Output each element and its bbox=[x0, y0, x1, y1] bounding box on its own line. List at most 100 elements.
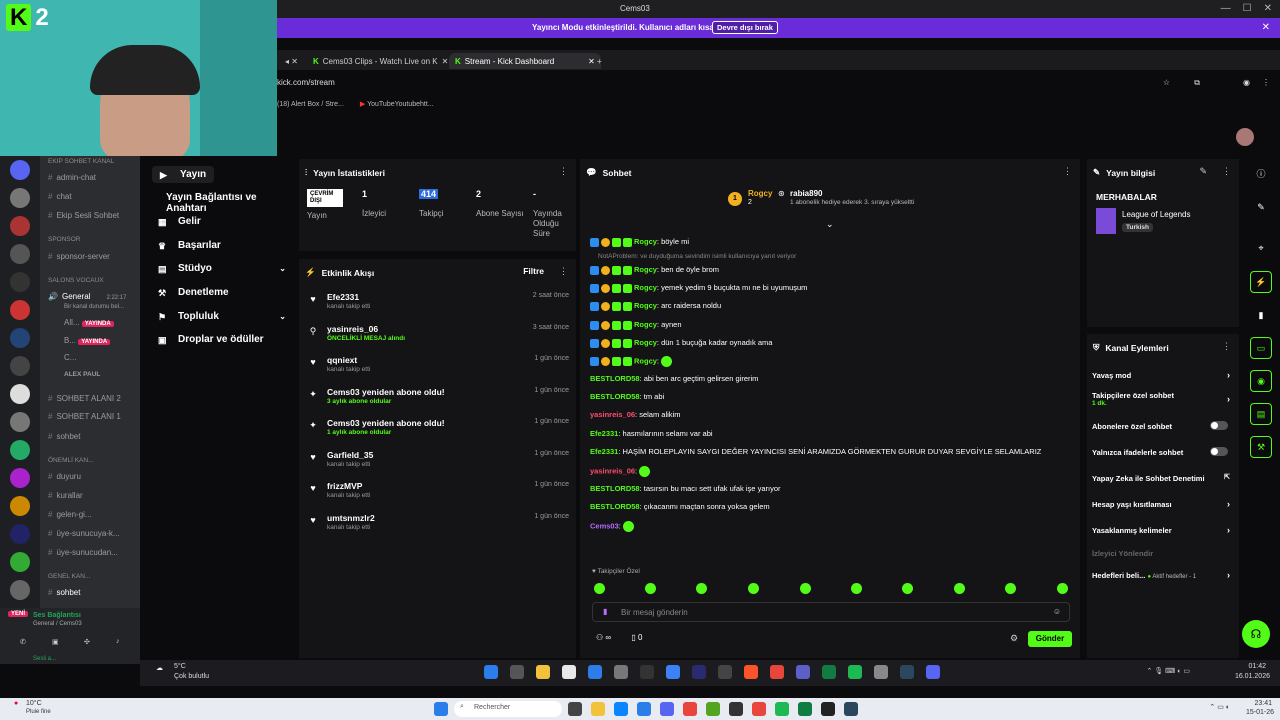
emote[interactable] bbox=[594, 583, 605, 594]
app-icon[interactable] bbox=[562, 665, 576, 679]
category-label[interactable]: Salons vocaux bbox=[48, 277, 104, 284]
start-icon[interactable] bbox=[484, 665, 498, 679]
server-icon[interactable] bbox=[10, 272, 30, 292]
discord-icon[interactable] bbox=[926, 665, 940, 679]
chat-username[interactable]: Efe2331 bbox=[590, 447, 618, 456]
pencil-icon[interactable]: ✎ bbox=[1250, 196, 1272, 218]
emote[interactable] bbox=[954, 583, 965, 594]
emote[interactable] bbox=[645, 583, 656, 594]
broadcast-icon[interactable]: ◉ bbox=[1250, 370, 1272, 392]
chat-message[interactable]: Rogcy: dün 1 buçuğa kadar oynadık ama bbox=[590, 338, 772, 348]
nav-stream-key[interactable]: Yayın Bağlantısı ve Anahtarı bbox=[166, 192, 298, 214]
voice-channel-general[interactable]: 🔊 General 2:22:17 bbox=[48, 292, 126, 301]
more-options-icon[interactable]: ⋮ bbox=[1222, 166, 1231, 177]
browser-menu-icon[interactable]: ⋮ bbox=[1262, 78, 1270, 87]
chat-username[interactable]: Rogcy bbox=[634, 338, 657, 347]
server-icon[interactable] bbox=[10, 580, 30, 600]
tab-dashboard[interactable]: K Stream - Kick Dashboard ✕ bbox=[449, 53, 601, 69]
support-icon[interactable]: ☊ bbox=[1242, 620, 1270, 648]
server-icon[interactable] bbox=[10, 496, 30, 516]
subscribers-only-toggle[interactable] bbox=[1210, 421, 1228, 430]
app-icon[interactable] bbox=[666, 665, 680, 679]
spotify-icon[interactable] bbox=[848, 665, 862, 679]
bolt-icon[interactable]: ⚡ bbox=[1250, 271, 1272, 293]
app-icon[interactable] bbox=[637, 702, 651, 716]
chat-username[interactable]: BESTLORD58 bbox=[590, 392, 640, 401]
category-name[interactable]: League of Legends bbox=[1122, 210, 1191, 219]
close-banner-icon[interactable]: ✕ bbox=[1262, 22, 1270, 33]
account-age-item[interactable]: Hesap yaşı kısıtlaması › bbox=[1092, 499, 1234, 509]
chat-username[interactable]: BESTLORD58 bbox=[590, 502, 640, 511]
discord-icon[interactable] bbox=[660, 702, 674, 716]
chat-settings-icon[interactable]: ⚙ bbox=[1010, 633, 1018, 644]
emote[interactable] bbox=[851, 583, 862, 594]
chevron-down-icon[interactable]: ⌄ bbox=[826, 219, 834, 230]
app-icon[interactable] bbox=[822, 665, 836, 679]
server-icon[interactable] bbox=[10, 356, 30, 376]
steam-icon[interactable] bbox=[844, 702, 858, 716]
chrome-icon[interactable] bbox=[752, 702, 766, 716]
channel-item[interactable]: # sponsor-server bbox=[48, 252, 110, 261]
goals-item[interactable]: Hedefleri beli... ● Aktif hedefler - 1 › bbox=[1092, 570, 1234, 580]
channel-item[interactable]: # sohbet bbox=[48, 432, 80, 441]
banned-words-item[interactable]: Yasaklanmış kelimeler › bbox=[1092, 525, 1234, 535]
more-options-icon[interactable]: ⋮ bbox=[559, 166, 568, 177]
profile-icon[interactable]: ◉ bbox=[1243, 78, 1250, 87]
ai-moderation-item[interactable]: Yapay Zeka ile Sohbet Denetimi ⇱ bbox=[1092, 474, 1234, 483]
spotify-icon[interactable] bbox=[775, 702, 789, 716]
chat-message-input[interactable]: ▮ Bir mesaj gönderin ☺ bbox=[592, 602, 1070, 622]
send-button[interactable]: Gönder bbox=[1028, 631, 1072, 647]
channel-item[interactable]: # kurallar bbox=[48, 491, 83, 500]
emote[interactable] bbox=[1005, 583, 1016, 594]
channel-item[interactable]: # üye-sunucudan... bbox=[48, 548, 118, 557]
search-box[interactable]: ⌕ Rechercher bbox=[454, 701, 562, 717]
chevron-down-icon[interactable]: ⌄ bbox=[279, 312, 286, 321]
chat-message[interactable]: BESTLORD58: tm abi bbox=[590, 392, 664, 401]
disconnect-icon[interactable]: ✆ bbox=[20, 638, 26, 646]
chat-message[interactable]: BESTLORD58: çıkacanmı maçtan sonra yoksa… bbox=[590, 502, 770, 511]
app-icon[interactable] bbox=[614, 665, 628, 679]
server-icon[interactable] bbox=[10, 468, 30, 488]
activities-icon[interactable]: ✣ bbox=[84, 638, 90, 646]
channel-item[interactable]: # chat bbox=[48, 192, 72, 201]
nav-drops[interactable]: ▣ Droplar ve ödüller bbox=[158, 334, 264, 345]
followers-only-item[interactable]: Takipçilere özel sohbet 1 dk. › bbox=[1092, 391, 1234, 407]
emoji-icon[interactable]: ☺ bbox=[1053, 607, 1061, 616]
chat-username[interactable]: yasinreis_06 bbox=[590, 410, 635, 419]
chat-message[interactable]: BESTLORD58: abi ben arc geçtim gelirsen … bbox=[590, 374, 758, 383]
app-icon[interactable] bbox=[874, 665, 888, 679]
chat-username[interactable]: yasinreis_06 bbox=[590, 466, 635, 475]
category-label[interactable]: GENEL KAN... bbox=[48, 573, 90, 580]
channel-item[interactable]: # üye-sunucuya-k... bbox=[48, 529, 120, 538]
voice-user[interactable]: C... bbox=[64, 353, 76, 362]
chrome-icon[interactable] bbox=[770, 665, 784, 679]
stats-icon[interactable]: ▮ bbox=[1250, 304, 1272, 326]
chat-message[interactable]: BESTLORD58: tasırsın bu macı sett ufak u… bbox=[590, 484, 781, 493]
info-icon[interactable]: ⓘ bbox=[1250, 162, 1272, 184]
voice-user[interactable]: All... YAYINDA bbox=[64, 318, 114, 327]
chat-username[interactable]: Rogcy bbox=[634, 356, 657, 365]
chat-users-count[interactable]: ⚇ ∞ ▯ 0 bbox=[596, 633, 642, 642]
app-icon[interactable] bbox=[798, 702, 812, 716]
channel-item[interactable]: # Ekip Sesli Sohbet bbox=[48, 211, 119, 220]
chat-message[interactable]: Rogcy: böyle mi bbox=[590, 237, 689, 247]
new-tab-icon[interactable]: + bbox=[591, 53, 608, 69]
chat-username[interactable]: Rogcy bbox=[634, 265, 657, 274]
chat-username[interactable]: BESTLORD58 bbox=[590, 374, 640, 383]
voice-user[interactable]: ALEX PAUL bbox=[64, 371, 100, 378]
taskview-icon[interactable] bbox=[568, 702, 582, 716]
extensions-icon[interactable]: ⧉ bbox=[1194, 78, 1200, 88]
bookmark-star-icon[interactable]: ☆ bbox=[1163, 78, 1170, 87]
channel-item[interactable]: # sohbet bbox=[48, 588, 80, 597]
server-icon[interactable] bbox=[10, 244, 30, 264]
close-icon[interactable]: ✕ bbox=[1264, 3, 1272, 14]
app-icon[interactable] bbox=[588, 665, 602, 679]
chat-message[interactable]: Rogcy: ben de öyle brom bbox=[590, 265, 719, 275]
nav-stream[interactable]: ▶ Yayın bbox=[152, 166, 215, 183]
channel-item[interactable]: # duyuru bbox=[48, 472, 81, 481]
target-icon[interactable]: ⌖ bbox=[1250, 237, 1272, 259]
tab-close-icon[interactable]: ◂ ✕ bbox=[279, 53, 304, 69]
user-avatar[interactable] bbox=[1236, 128, 1254, 146]
edge-icon[interactable] bbox=[614, 702, 628, 716]
close-tab-icon[interactable]: ✕ bbox=[442, 57, 449, 66]
